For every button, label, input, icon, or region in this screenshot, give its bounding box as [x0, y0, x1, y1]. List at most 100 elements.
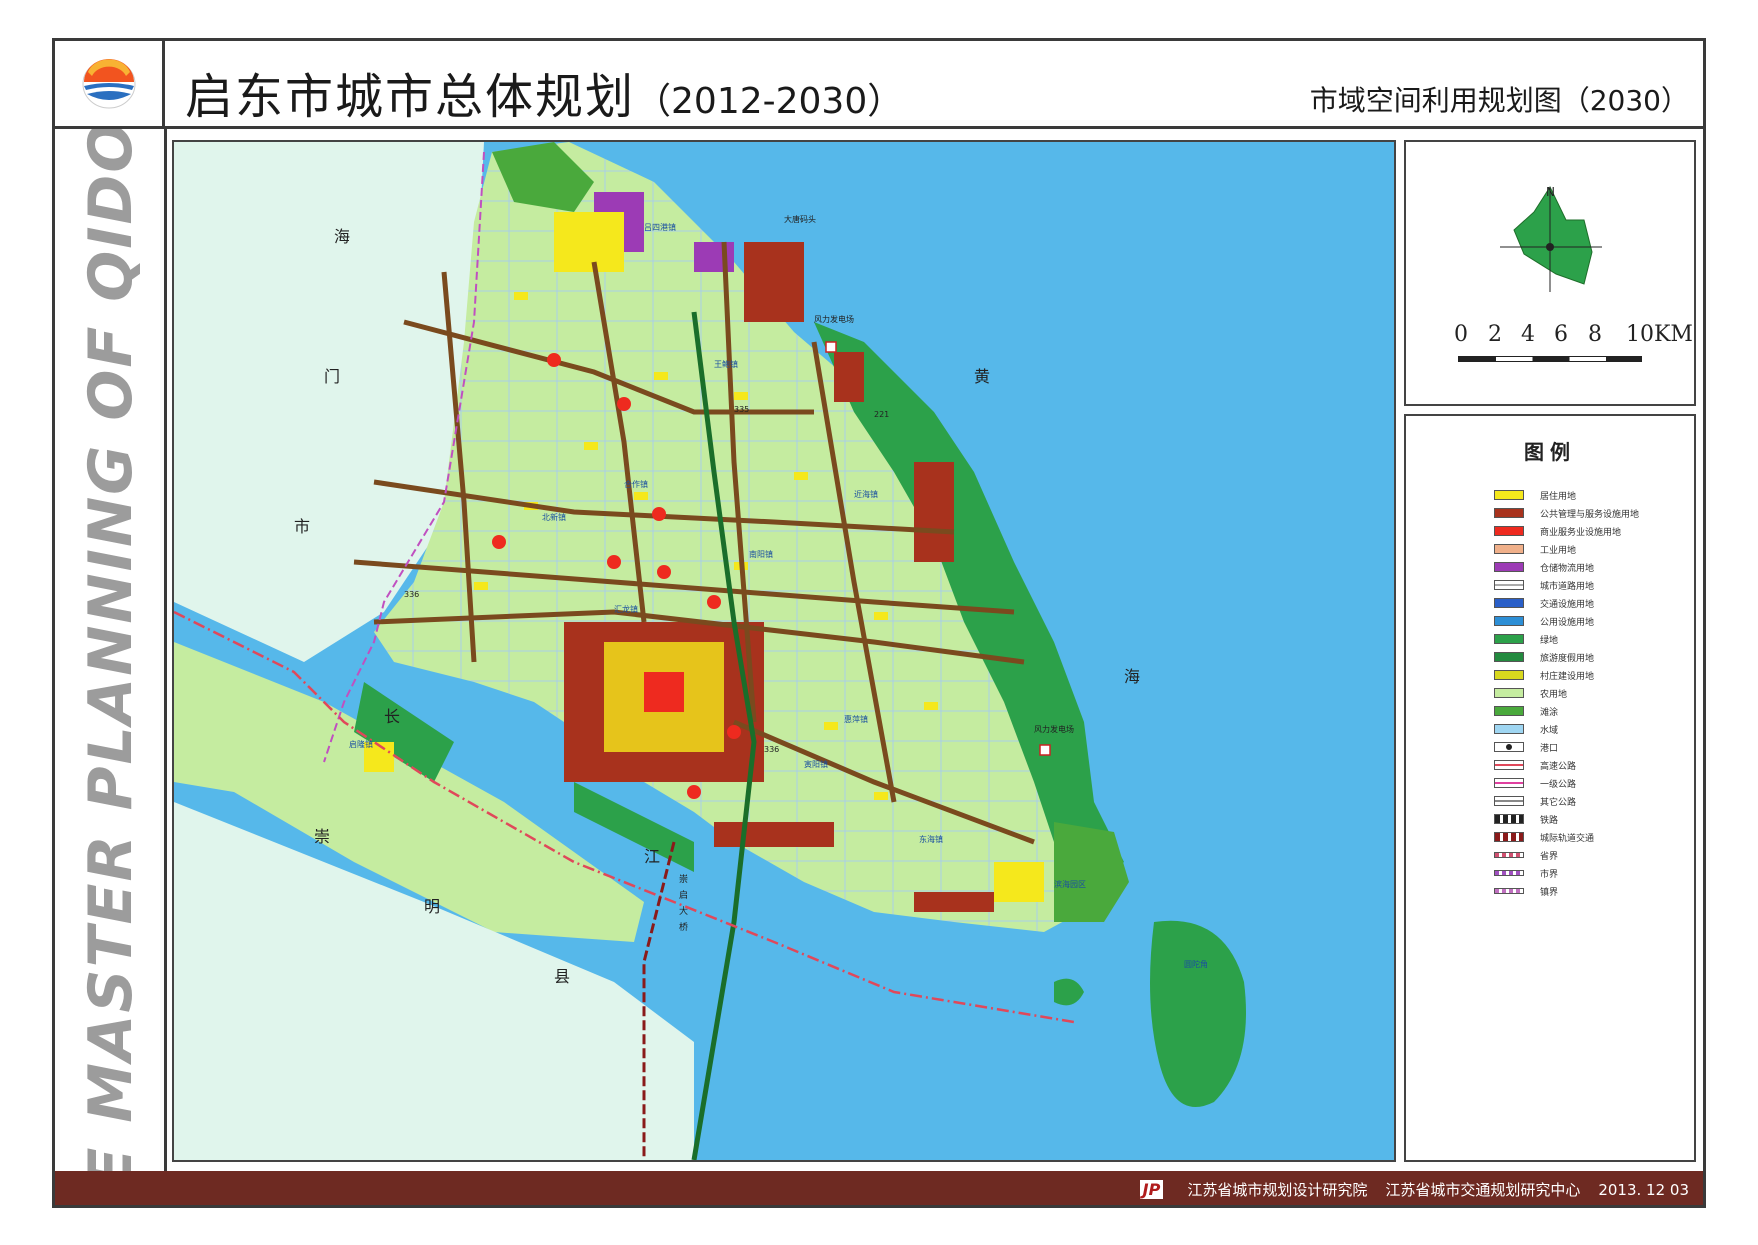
legend-item: 高速公路 [1494, 756, 1639, 774]
legend-swatch [1494, 652, 1524, 662]
land-use-map: 海 门 市 崇 明 县 黄 海 长 江 崇 启 大 桥 合作镇 北新镇 南阳镇 … [174, 142, 1394, 1160]
scale-tick-4: 4 [1521, 322, 1535, 347]
legend-label: 铁路 [1540, 815, 1559, 826]
town-label-10: 寅阳镇 [804, 759, 828, 769]
legend-item: 村庄建设用地 [1494, 666, 1639, 684]
legend-swatch [1494, 742, 1524, 752]
huilong-commercial [644, 672, 684, 712]
legend-label: 城市道路用地 [1540, 581, 1595, 592]
legend-item: 工业用地 [1494, 540, 1639, 558]
legend-label: 工业用地 [1540, 545, 1577, 556]
label-bridge-4: 桥 [679, 921, 688, 933]
compass-panel: N 0 2 4 6 8 10KM [1404, 140, 1696, 406]
label-changjiang-2: 江 [644, 847, 660, 866]
legend-label: 居住用地 [1540, 491, 1577, 502]
legend-item: 铁路 [1494, 810, 1639, 828]
legend-swatch [1494, 814, 1524, 824]
town-label-3: 南阳镇 [749, 549, 773, 559]
town-label-9: 启隆镇 [349, 739, 373, 749]
map-subtitle: 市域空间利用规划图（2030） [1309, 84, 1689, 117]
town-label-12: 滨海园区 [1054, 879, 1086, 889]
scale-bar [1458, 356, 1642, 362]
legend-label: 城际轨道交通 [1540, 833, 1595, 844]
legend-swatch [1494, 562, 1524, 572]
port-warehouse-area-2 [694, 242, 734, 272]
scale-tick-2: 2 [1488, 322, 1502, 347]
binhai-industrial [914, 892, 994, 912]
town-label-11: 汇龙镇 [614, 604, 638, 614]
title-text: 启东市城市总体规划 [185, 69, 636, 125]
legend-item: 旅游度假用地 [1494, 648, 1639, 666]
label-haimen-2: 门 [324, 367, 340, 386]
legend-swatch [1494, 634, 1524, 644]
legend-list: 居住用地公共管理与服务设施用地 商业服务业设施用地 工业用地仓储物流用地城市道路用地… [1494, 486, 1639, 900]
legend-panel: 图例 居住用地 公共管理与服务设施用地 商业服务业设施用地 工业用地 仓储物流用地 城市道… [1404, 414, 1696, 1162]
legend-item: 其它公路 [1494, 792, 1639, 810]
legend-label: 高速公路 [1540, 761, 1577, 772]
legend-label: 水域 [1540, 725, 1559, 736]
legend-item: 交通设施用地 [1494, 594, 1639, 612]
legend-swatch [1494, 544, 1524, 554]
legend-swatch [1494, 580, 1524, 590]
legend-label: 村庄建设用地 [1540, 671, 1595, 682]
legend-swatch [1494, 598, 1524, 608]
legend-item: 市界 [1494, 864, 1639, 882]
legend-swatch [1494, 688, 1524, 698]
east-coast-industrial [834, 352, 864, 402]
town-label-6: 王鲍镇 [714, 359, 738, 369]
label-bridge-3: 大 [679, 905, 688, 917]
legend-label: 旅游度假用地 [1540, 653, 1595, 664]
label-chongming-2: 明 [424, 897, 440, 916]
legend-item: 商业服务业设施用地 [1494, 522, 1639, 540]
legend-item: 仓储物流用地 [1494, 558, 1639, 576]
legend-label: 港口 [1540, 743, 1559, 754]
scale-tick-0: 0 [1454, 322, 1468, 347]
town-label-8: 东海镇 [919, 834, 943, 844]
label-bridge-2: 启 [679, 889, 688, 901]
legend-item: 省界 [1494, 846, 1639, 864]
scale-tick-8: 8 [1588, 322, 1602, 347]
legend-swatch [1494, 508, 1524, 518]
road-number-1: 336 [404, 590, 419, 599]
port-industrial-area [744, 242, 804, 322]
legend-label: 市界 [1540, 869, 1559, 880]
label-changjiang-1: 长 [384, 707, 400, 726]
label-haimen-3: 市 [294, 517, 310, 536]
legend-item: 一级公路 [1494, 774, 1639, 792]
road-number-4: 221 [874, 410, 889, 419]
jp-logo-icon: JP [1139, 1180, 1164, 1199]
facility-label-2: 风力发电场 [814, 314, 854, 324]
legend-swatch [1494, 670, 1524, 680]
legend-item: 公共管理与服务设施用地 [1494, 504, 1639, 522]
side-banner: THE MASTER PLANNING OF QIDONG [55, 129, 167, 1171]
header: 启东市城市总体规划（2012-2030） 市域空间利用规划图（2030） [55, 41, 1703, 129]
legend-label: 滩涂 [1540, 707, 1559, 718]
footer-credits: JP 江苏省城市规划设计研究院 江苏省城市交通规划研究中心 2013. 12 0… [1122, 1179, 1689, 1200]
side-banner-text: THE MASTER PLANNING OF QIDONG [76, 129, 146, 1171]
town-label-2: 北新镇 [542, 512, 566, 522]
town-label-1: 合作镇 [624, 479, 648, 489]
legend-swatch [1494, 490, 1524, 500]
legend-item: 城际轨道交通 [1494, 828, 1639, 846]
legend-label: 农用地 [1540, 689, 1568, 700]
legend-label: 商业服务业设施用地 [1540, 527, 1622, 538]
legend-swatch [1494, 852, 1524, 858]
south-industrial-strip [714, 822, 834, 847]
footer-org-1: 江苏省城市规划设计研究院 [1187, 1181, 1368, 1199]
page-title: 启东市城市总体规划（2012-2030） [185, 57, 903, 127]
town-label-5: 近海镇 [854, 489, 878, 499]
legend-item: 农用地 [1494, 684, 1639, 702]
town-label-13: 圆陀角 [1184, 959, 1208, 969]
legend-item: 城市道路用地 [1494, 576, 1639, 594]
compass-rose-icon: N [1500, 185, 1602, 292]
road-number-2: 336 [764, 745, 779, 754]
legend-label: 公共管理与服务设施用地 [1540, 509, 1640, 520]
facility-label-1: 大唐码头 [784, 214, 816, 224]
planning-institute-logo-icon [82, 58, 135, 108]
label-huanghai-1: 黄 [974, 367, 990, 386]
legend-swatch [1494, 706, 1524, 716]
map-panel[interactable]: 海 门 市 崇 明 县 黄 海 长 江 崇 启 大 桥 合作镇 北新镇 南阳镇 … [172, 140, 1396, 1162]
legend-label: 省界 [1540, 851, 1559, 862]
legend-swatch [1494, 778, 1524, 788]
legend-swatch [1494, 616, 1524, 626]
